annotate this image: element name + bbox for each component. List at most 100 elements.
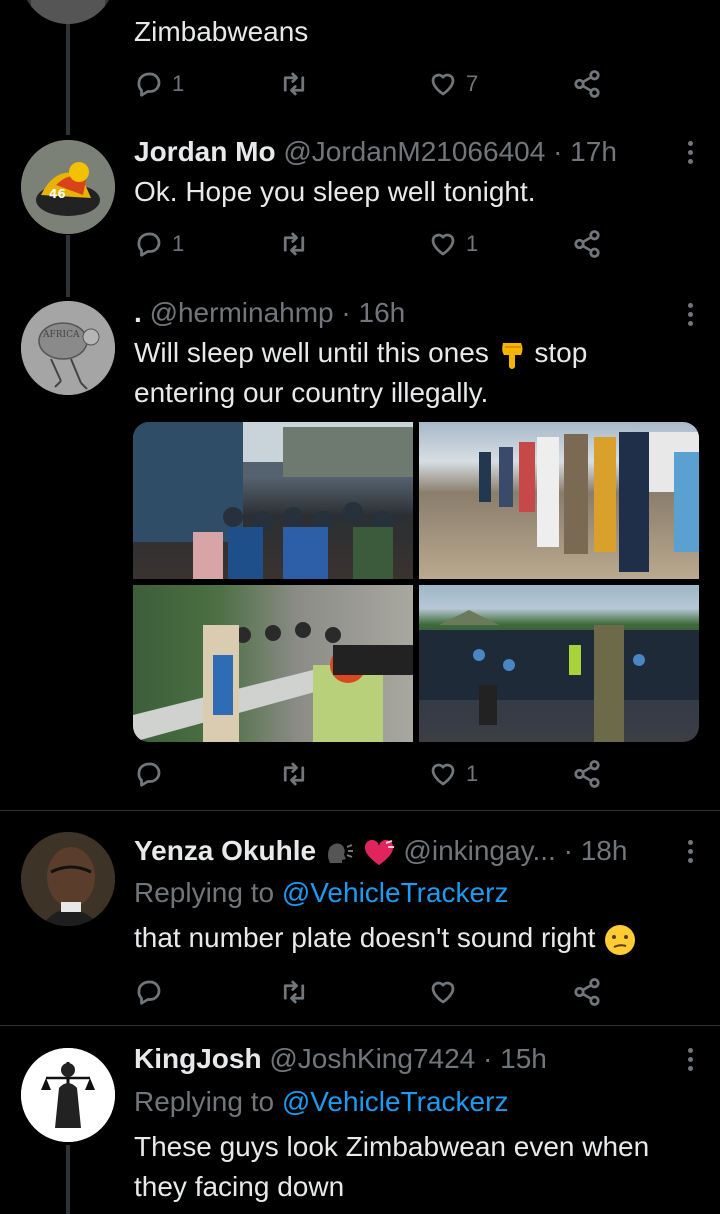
retweet-icon (283, 232, 305, 256)
retweet-icon (283, 762, 305, 786)
retweet-icon (283, 980, 305, 1004)
reply-button[interactable] (134, 972, 164, 1012)
share-icon (574, 230, 600, 258)
replying-to-label: Replying to (134, 1086, 275, 1117)
confused-face-emoji-icon (605, 924, 636, 955)
tweet-text-line: they facing down (134, 1171, 345, 1202)
like-count: 1 (466, 231, 479, 256)
tweet-time[interactable]: · 18h (564, 835, 628, 866)
photo-crowd-soldier[interactable] (419, 585, 699, 742)
replying-to: Replying to @VehicleTrackerz (134, 875, 508, 911)
more-button[interactable] (686, 840, 694, 867)
share-button[interactable] (572, 64, 602, 104)
media-grid[interactable] (133, 422, 699, 742)
avatar[interactable] (21, 0, 115, 24)
reply-button[interactable]: 1 (134, 224, 184, 264)
reply-button[interactable]: 1 (134, 64, 184, 104)
tweet-header: Jordan Mo @JordanM21066404 · 17h (134, 134, 617, 170)
author-handle[interactable]: @inkingay... (403, 835, 555, 866)
more-button[interactable] (686, 1048, 694, 1075)
reply-icon (137, 72, 161, 97)
tweet-text-line: entering our country illegally. (134, 377, 489, 408)
like-button[interactable]: 7 (428, 64, 478, 104)
heart-emoji-icon (364, 839, 394, 865)
reply-icon (137, 980, 161, 1005)
tweet-time[interactable]: · 16h (341, 297, 405, 328)
more-icon (686, 303, 694, 326)
like-count: 1 (466, 761, 479, 786)
tweet-text: Will sleep well until this ones stop ent… (134, 333, 587, 413)
svg-text:AFRICA: AFRICA (42, 330, 80, 340)
retweet-button[interactable] (279, 224, 309, 264)
tweet-actions: 1 7 (134, 64, 604, 104)
pointing-down-emoji-icon (501, 342, 523, 369)
author-name[interactable]: KingJosh (134, 1043, 262, 1074)
replying-to: Replying to @VehicleTrackerz (134, 1084, 508, 1120)
avatar[interactable]: 46 (21, 140, 115, 234)
avatar[interactable] (21, 1048, 115, 1142)
author-name[interactable]: Jordan Mo (134, 136, 276, 167)
reply-icon (137, 232, 161, 257)
divider (0, 810, 720, 811)
author-name[interactable]: Yenza Okuhle (134, 835, 316, 866)
share-button[interactable] (572, 224, 602, 264)
retweet-icon (283, 72, 305, 96)
tweet-header: KingJosh @JoshKing7424 · 15h (134, 1041, 547, 1077)
replying-to-link[interactable]: @VehicleTrackerz (282, 1086, 509, 1117)
more-button[interactable] (686, 141, 694, 168)
reply-icon (137, 762, 161, 787)
like-button[interactable]: 1 (428, 754, 478, 794)
tweet-text: that number plate doesn't sound right (134, 918, 637, 958)
author-name[interactable]: . (134, 297, 142, 328)
retweet-button[interactable] (279, 972, 309, 1012)
more-icon (686, 1048, 694, 1071)
divider (0, 1025, 720, 1026)
tweet-actions (134, 972, 604, 1012)
reply-count: 1 (172, 231, 185, 256)
retweet-button[interactable] (279, 754, 309, 794)
more-icon (686, 141, 694, 164)
tweet-text-part: stop (534, 337, 588, 368)
tweet-text-part: Will sleep well until this ones (134, 337, 489, 368)
more-icon (686, 840, 694, 863)
photo-border-queue-trucks[interactable] (133, 422, 413, 579)
author-handle[interactable]: @JoshKing7424 (269, 1043, 475, 1074)
avatar[interactable] (21, 832, 115, 926)
tweet-text: These guys look Zimbabwean even when the… (134, 1127, 649, 1207)
like-count: 7 (466, 71, 479, 96)
tweet-time[interactable]: · 15h (483, 1043, 547, 1074)
share-button[interactable] (572, 754, 602, 794)
author-handle[interactable]: @herminahmp (150, 297, 334, 328)
share-icon (574, 978, 600, 1006)
photo-people-line[interactable] (419, 422, 699, 579)
tweet-text-line: These guys look Zimbabwean even when (134, 1131, 650, 1162)
share-icon (574, 760, 600, 788)
replying-to-label: Replying to (134, 877, 275, 908)
tweet-actions: 1 1 (134, 224, 604, 264)
tweet-actions: 1 (134, 754, 604, 794)
reply-button[interactable] (134, 754, 164, 794)
photo-bridge-queue[interactable] (133, 585, 413, 742)
thread-line (66, 1145, 70, 1214)
heart-icon (431, 981, 455, 1004)
more-button[interactable] (686, 303, 694, 330)
heart-icon (431, 73, 455, 96)
share-button[interactable] (572, 972, 602, 1012)
like-button[interactable] (428, 972, 458, 1012)
heart-icon (431, 233, 455, 256)
replying-to-link[interactable]: @VehicleTrackerz (282, 877, 509, 908)
author-handle[interactable]: @JordanM21066404 (283, 136, 545, 167)
tweet-text: Ok. Hope you sleep well tonight. (134, 176, 536, 207)
share-icon (574, 70, 600, 98)
like-button[interactable]: 1 (428, 224, 478, 264)
tweet-text-part: that number plate doesn't sound right (134, 922, 596, 953)
thread-line (66, 235, 70, 297)
retweet-button[interactable] (279, 64, 309, 104)
svg-text:46: 46 (49, 187, 66, 201)
speaking-head-emoji-icon (327, 843, 353, 863)
tweet-time[interactable]: · 17h (553, 136, 617, 167)
tweet-header: . @herminahmp · 16h (134, 295, 405, 331)
tweet-text: Zimbabweans (134, 16, 309, 47)
heart-icon (431, 763, 455, 786)
avatar[interactable]: AFRICA (21, 301, 115, 395)
